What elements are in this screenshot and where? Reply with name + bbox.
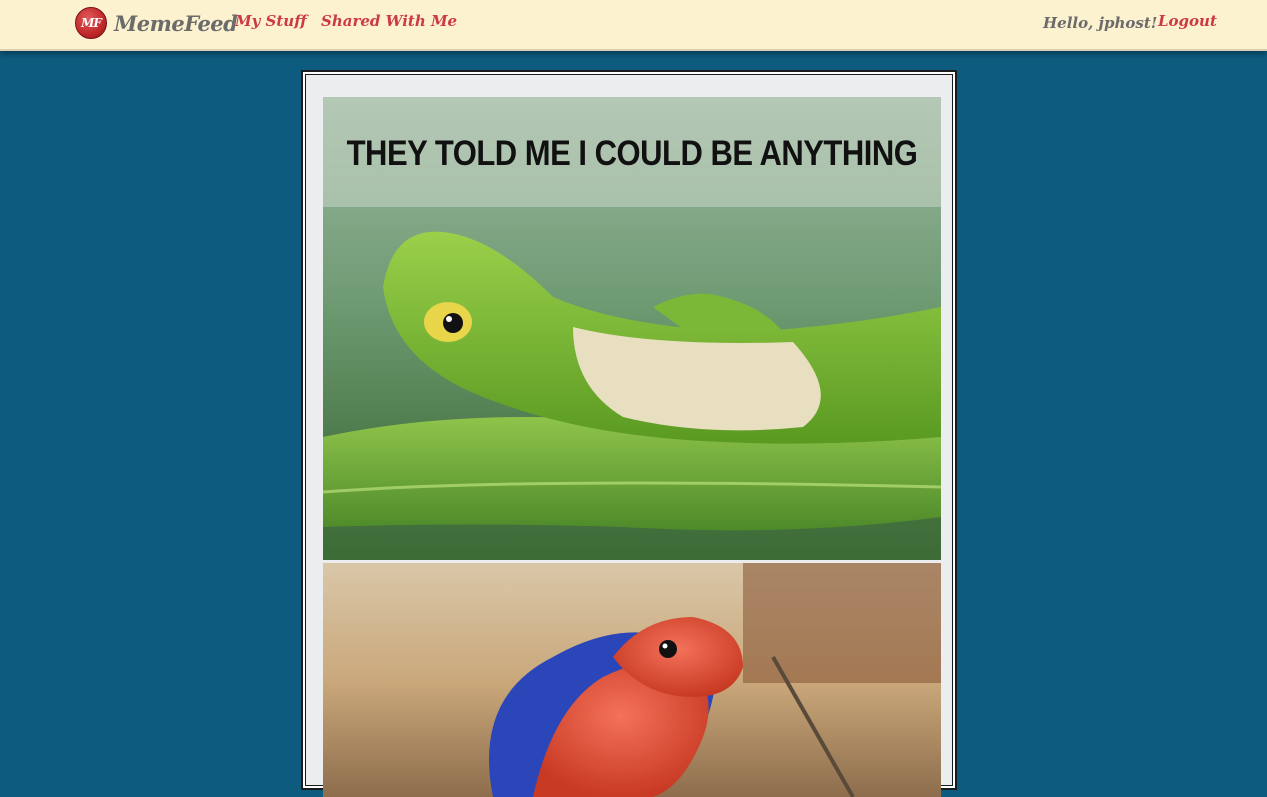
- brand-name: MemeFeed: [114, 10, 238, 36]
- nav-link-shared-with-me[interactable]: Shared With Me: [321, 12, 457, 30]
- logout-link[interactable]: Logout: [1158, 12, 1217, 30]
- memefeed-logo-icon: MF: [75, 7, 107, 39]
- brand-link[interactable]: MF MemeFeed: [75, 7, 238, 39]
- meme-caption-top: THEY TOLD ME I COULD BE ANYTHING: [346, 133, 918, 174]
- meme-picture: [323, 97, 941, 797]
- nav-link-my-stuff[interactable]: My Stuff: [235, 12, 307, 30]
- meme-image[interactable]: THEY TOLD ME I COULD BE ANYTHING: [323, 97, 941, 797]
- user-greeting: Hello, jphost!: [1043, 14, 1158, 32]
- top-navbar: MF MemeFeed My Stuff Shared With Me Hell…: [0, 0, 1267, 51]
- meme-card: THEY TOLD ME I COULD BE ANYTHING: [301, 70, 957, 797]
